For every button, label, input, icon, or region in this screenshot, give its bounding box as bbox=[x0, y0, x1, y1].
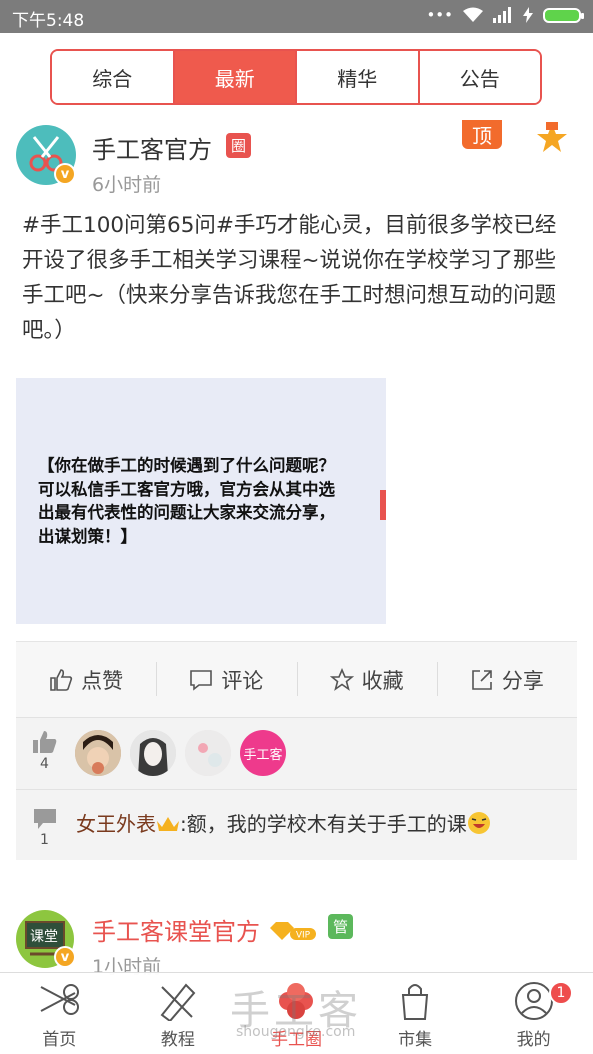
craft-circle-icon bbox=[279, 983, 314, 1019]
liker-avatar[interactable]: 手工客 bbox=[240, 730, 286, 776]
author-name[interactable]: 手工客官方 bbox=[92, 130, 212, 165]
nav-circle-label: 手工圈 bbox=[270, 1030, 322, 1050]
favorite-button[interactable]: 收藏 bbox=[296, 642, 437, 717]
post-body: #手工100问第65问#手巧才能心灵，目前很多学校已经开设了很多手工相关学习课程… bbox=[22, 213, 557, 343]
vip-diamond-icon: VIP bbox=[269, 922, 316, 941]
tab-latest[interactable]: 最新 bbox=[174, 51, 297, 103]
comment-row: 1 女王外表 :额，我的学校木有关于手工的课 bbox=[16, 789, 577, 860]
liker-avatar[interactable] bbox=[185, 730, 231, 776]
crown-icon bbox=[157, 817, 179, 831]
nav-circle[interactable]: 手工圈 bbox=[237, 973, 356, 1054]
more-dots-icon: ••• bbox=[426, 6, 453, 24]
author-name-2[interactable]: 手工客课堂官方 VIP bbox=[92, 912, 318, 947]
notification-badge: 1 bbox=[548, 981, 573, 1005]
like-button[interactable]: 点赞 bbox=[16, 642, 156, 717]
post-actions: 点赞 评论 收藏 分享 bbox=[16, 641, 577, 717]
tab-general[interactable]: 综合 bbox=[52, 51, 175, 103]
post-image-text: 【你在做手工的时候遇到了什么问题呢？ 可以私信手工客官方哦，官方会从其中选 出最… bbox=[38, 456, 335, 546]
share-icon bbox=[472, 669, 492, 690]
comment-user[interactable]: 女王外表 bbox=[76, 812, 156, 836]
ruler-pencil-icon bbox=[160, 983, 196, 1021]
verified-badge: v bbox=[54, 163, 76, 185]
nav-market[interactable]: 市集 bbox=[356, 973, 475, 1054]
vip-label: VIP bbox=[296, 931, 311, 941]
share-button[interactable]: 分享 bbox=[436, 642, 577, 717]
comment-count-icon bbox=[34, 809, 56, 829]
tab-announcement[interactable]: 公告 bbox=[419, 51, 540, 103]
nav-home-label: 首页 bbox=[42, 1030, 77, 1050]
nav-home[interactable]: 首页 bbox=[0, 973, 119, 1054]
comment-button[interactable]: 评论 bbox=[156, 642, 296, 717]
status-bar: 下午5:48 ••• bbox=[0, 0, 593, 33]
emoji-laugh-icon bbox=[467, 812, 490, 834]
status-time: 下午5:48 bbox=[12, 11, 85, 31]
signal-icon bbox=[493, 7, 511, 23]
post-image[interactable]: 【你在做手工的时候遇到了什么问题呢？ 可以私信手工客官方哦，官方会从其中选 出最… bbox=[16, 378, 386, 624]
like-label: 点赞 bbox=[81, 668, 124, 693]
nav-tutorial[interactable]: 教程 bbox=[119, 973, 238, 1054]
featured-star-icon bbox=[537, 122, 567, 152]
battery-icon bbox=[543, 7, 584, 23]
nav-tutorial-label: 教程 bbox=[160, 1030, 195, 1050]
thumbs-up-icon bbox=[50, 668, 73, 691]
comment-icon bbox=[190, 669, 213, 691]
likes-row: 4 手工客 bbox=[16, 717, 577, 789]
circle-badge: 圈 bbox=[226, 133, 251, 158]
comment-body: :额，我的学校木有关于手工的课 bbox=[180, 812, 467, 836]
avatar-board-label: 课堂 bbox=[30, 929, 58, 945]
liker-avatar[interactable] bbox=[75, 730, 121, 776]
pinned-badge: 顶 bbox=[462, 120, 502, 149]
tab-featured[interactable]: 精华 bbox=[297, 51, 420, 103]
image-edge-marker bbox=[380, 490, 386, 520]
post-time: 6小时前 bbox=[92, 174, 162, 196]
like-count-icon bbox=[33, 731, 57, 753]
scissors-nav-icon bbox=[40, 984, 80, 1015]
comment-count: 1 bbox=[40, 832, 49, 848]
share-label: 分享 bbox=[501, 668, 544, 693]
wifi-icon bbox=[463, 7, 483, 22]
liker-avatar[interactable] bbox=[130, 730, 176, 776]
feed-tabs: 综合 最新 精华 公告 bbox=[50, 49, 542, 105]
verified-badge-2: v bbox=[54, 946, 76, 968]
shopping-bag-icon bbox=[401, 984, 429, 1020]
favorite-label: 收藏 bbox=[361, 668, 404, 693]
avatar-face-icon bbox=[130, 730, 176, 776]
like-count: 4 bbox=[40, 756, 49, 772]
status-icons: ••• bbox=[426, 6, 584, 24]
comment-preview[interactable]: 女王外表 :额，我的学校木有关于手工的课 bbox=[76, 808, 491, 837]
author-name-2-text: 手工客课堂官方 bbox=[92, 918, 260, 946]
avatar-craft-icon bbox=[185, 730, 231, 776]
star-icon bbox=[329, 667, 354, 691]
avatar-face-icon bbox=[75, 730, 121, 776]
charging-icon bbox=[523, 7, 533, 23]
nav-mine-label: 我的 bbox=[516, 1030, 551, 1050]
nav-market-label: 市集 bbox=[398, 1030, 433, 1050]
nav-mine[interactable]: 我的 1 bbox=[474, 973, 593, 1054]
manager-badge: 管 bbox=[328, 914, 353, 939]
comment-label: 评论 bbox=[221, 668, 264, 693]
user-profile-icon bbox=[514, 982, 553, 1020]
bottom-nav: 首页 教程 手工圈 市集 我的 1 bbox=[0, 972, 593, 1054]
